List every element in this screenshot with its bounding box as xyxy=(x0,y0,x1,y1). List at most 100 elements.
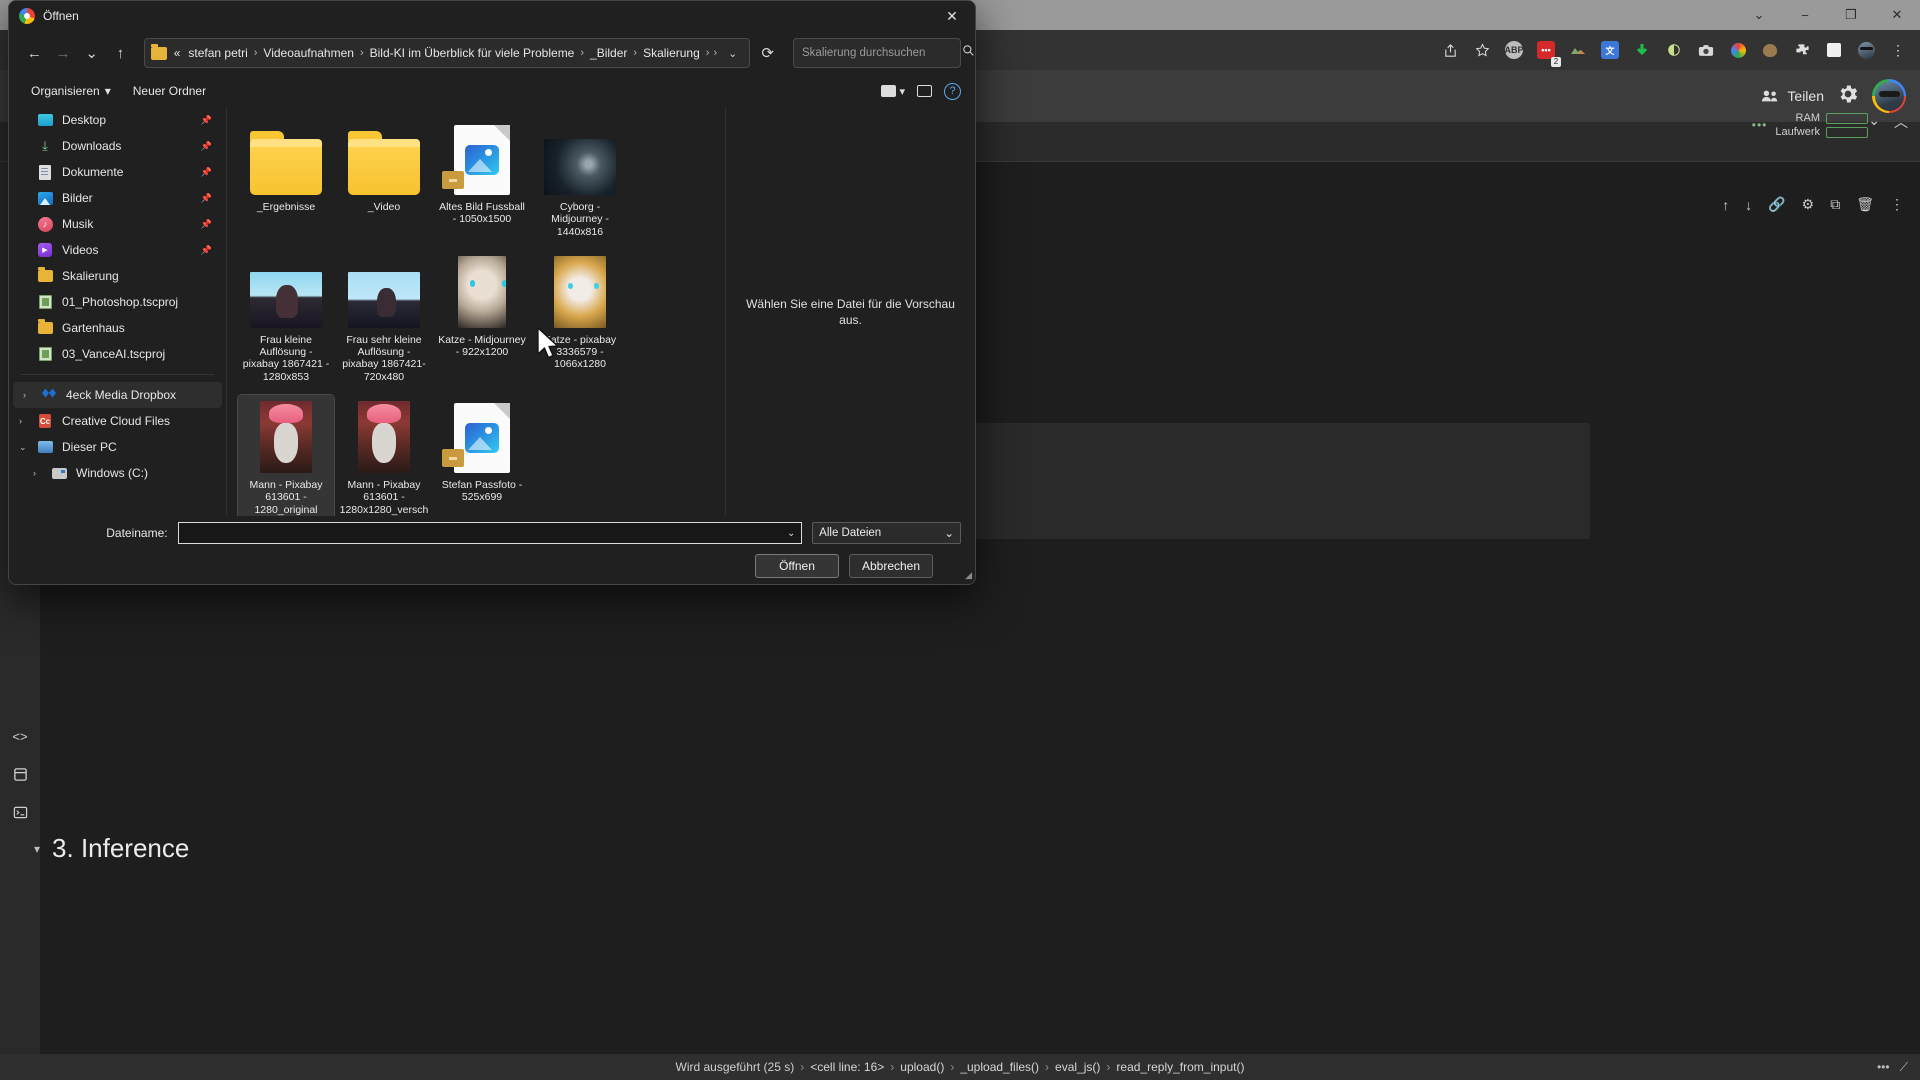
nav-pane-item-01-photoshop-tscproj[interactable]: 01_Photoshop.tscproj xyxy=(9,289,226,315)
nav-pane-item-creative-cloud-files[interactable]: › Cc Creative Cloud Files xyxy=(9,408,226,434)
move-cell-down-icon[interactable]: ↓ xyxy=(1745,197,1752,213)
address-bar[interactable]: «stefan petri › Videoaufnahmen › Bild-KI im … xyxy=(143,38,751,68)
file-tile[interactable]: Stefan Passfoto - 525x699 xyxy=(434,395,530,516)
file-tile[interactable]: Frau sehr kleine Auflösung - pixabay 186… xyxy=(336,250,432,389)
nav-pane-item-videos[interactable]: ▶ Videos 📌 xyxy=(9,237,226,263)
nav-pane-item-windows-c-[interactable]: › Windows (C:) xyxy=(9,460,226,486)
chevron-right-icon[interactable]: › xyxy=(33,468,36,478)
search-box[interactable] xyxy=(793,38,974,68)
chevron-right-icon[interactable]: › xyxy=(23,390,26,400)
file-tile[interactable]: Frau kleine Auflösung - pixabay 1867421 … xyxy=(238,250,334,389)
maximize-button[interactable]: ❐ xyxy=(1828,0,1874,30)
trace-frame[interactable]: _upload_files() xyxy=(960,1060,1039,1074)
filename-field[interactable]: ⌄ xyxy=(177,522,803,544)
chevron-right-icon[interactable]: › xyxy=(19,416,22,426)
file-tile[interactable]: Altes Bild Fussball - 1050x1500 xyxy=(434,117,530,244)
pin-icon[interactable]: 📌 xyxy=(201,167,212,178)
trace-frame[interactable]: read_reply_from_input() xyxy=(1116,1060,1244,1074)
file-tile[interactable]: _Ergebnisse xyxy=(238,117,334,244)
profile-avatar-icon[interactable] xyxy=(1852,36,1880,64)
breadcrumb-item[interactable]: Bild-KI im Überblick für viele Probleme xyxy=(367,44,578,62)
nav-pane-item-desktop[interactable]: Desktop 📌 xyxy=(9,107,226,133)
gear-icon[interactable] xyxy=(1838,84,1858,109)
open-file-dialog[interactable]: Öffnen ✕ ← → ⌄ ↑ «stefan petri › Videoaufn… xyxy=(8,0,976,585)
contrast-icon[interactable] xyxy=(1660,36,1688,64)
search-input[interactable] xyxy=(802,47,956,59)
recent-locations-button[interactable]: ⌄ xyxy=(80,38,103,68)
address-dropdown-icon[interactable]: ⌄ xyxy=(722,47,743,60)
chevron-down-icon[interactable]: ⌄ xyxy=(19,442,27,453)
file-list-pane[interactable]: _Ergebnisse _Video Altes Bild Fussball - 1… xyxy=(227,107,725,516)
nav-pane-item-musik[interactable]: ♪ Musik 📌 xyxy=(9,211,226,237)
nav-pane-item-downloads[interactable]: ⤓ Downloads 📌 xyxy=(9,133,226,159)
pin-icon[interactable]: 📌 xyxy=(201,245,212,256)
new-folder-button[interactable]: Neuer Ordner xyxy=(133,84,206,98)
dialog-close-button[interactable]: ✕ xyxy=(929,1,975,31)
trace-frame[interactable]: <cell line: 16> xyxy=(810,1060,884,1074)
bookmark-star-icon[interactable] xyxy=(1468,36,1496,64)
delete-cell-icon[interactable]: 🗑 xyxy=(1856,196,1874,213)
nav-pane-item-dieser-pc[interactable]: ⌄ Dieser PC xyxy=(9,434,226,460)
preview-pane-icon[interactable] xyxy=(917,85,932,97)
landscape-icon[interactable] xyxy=(1564,36,1592,64)
chevron-up-icon[interactable]: ︿ xyxy=(1894,112,1908,132)
file-tile[interactable]: Katze - pixabay 3336579 - 1066x1280 xyxy=(532,250,628,389)
filetype-select[interactable]: Alle Dateien ⌄ xyxy=(812,522,961,544)
share-button[interactable]: Teilen xyxy=(1761,88,1824,104)
file-tile[interactable]: Mann - Pixabay 613601 - 1280x1280_versch… xyxy=(336,395,432,516)
nav-pane-item-gartenhaus[interactable]: Gartenhaus xyxy=(9,315,226,341)
adblock-plus-icon[interactable]: ABP xyxy=(1500,36,1528,64)
pin-icon[interactable]: 📌 xyxy=(201,115,212,126)
pin-icon[interactable]: 📌 xyxy=(201,219,212,230)
cell-settings-icon[interactable]: ⚙ xyxy=(1802,196,1815,213)
help-icon[interactable]: ? xyxy=(944,82,961,100)
download-arrow-icon[interactable] xyxy=(1628,36,1656,64)
filename-input[interactable] xyxy=(178,526,782,540)
pin-icon[interactable]: 📌 xyxy=(201,193,212,204)
collapse-section-icon[interactable]: ▾ xyxy=(34,842,40,856)
chevron-down-icon[interactable]: ⌄ xyxy=(781,528,801,539)
back-button[interactable]: ← xyxy=(23,38,46,68)
file-tile[interactable]: Mann - Pixabay 613601 - 1280_original xyxy=(237,394,335,516)
view-layout-button[interactable]: ▾ xyxy=(881,85,905,98)
terminal-icon[interactable] xyxy=(6,798,34,826)
navigation-pane[interactable]: Desktop 📌 ⤓ Downloads 📌 Dokumente 📌 Bilder 📌 ♪ Mus… xyxy=(9,107,227,516)
organize-button[interactable]: Organisieren ▾ xyxy=(31,84,111,98)
copy-cell-icon[interactable]: ⧉ xyxy=(1830,196,1840,213)
breadcrumb-item[interactable]: stefan petri xyxy=(185,44,250,62)
file-tile[interactable]: _Video xyxy=(336,117,432,244)
nav-pane-item-03-vanceai-tscproj[interactable]: 03_VanceAI.tscproj xyxy=(9,341,226,367)
resize-grip-icon[interactable]: ◢ xyxy=(965,570,972,581)
trace-frame[interactable]: eval_js() xyxy=(1055,1060,1100,1074)
resize-handle-icon[interactable]: ⟋ xyxy=(1900,1060,1908,1075)
more-vertical-icon[interactable]: ⋮ xyxy=(1890,196,1904,213)
link-cell-icon[interactable]: 🔗 xyxy=(1768,196,1785,213)
files-icon[interactable] xyxy=(6,760,34,788)
reading-list-icon[interactable] xyxy=(1820,36,1848,64)
open-button[interactable]: Öffnen xyxy=(755,554,839,578)
color-wheel-icon[interactable] xyxy=(1724,36,1752,64)
nav-pane-item-4eck-media-dropbox[interactable]: › 4eck Media Dropbox xyxy=(13,382,222,408)
cancel-button[interactable]: Abbrechen xyxy=(849,554,933,578)
window-expand-button[interactable]: ⌄ xyxy=(1736,0,1782,30)
extensions-puzzle-icon[interactable] xyxy=(1788,36,1816,64)
up-one-level-button[interactable]: ↑ xyxy=(109,38,132,68)
pin-icon[interactable]: 📌 xyxy=(201,141,212,152)
breadcrumb-item[interactable]: Videoaufnahmen xyxy=(260,44,357,62)
refresh-button[interactable]: ⟳ xyxy=(756,38,779,68)
nav-pane-item-dokumente[interactable]: Dokumente 📌 xyxy=(9,159,226,185)
move-cell-up-icon[interactable]: ↑ xyxy=(1722,197,1729,213)
breadcrumb-item[interactable]: « xyxy=(171,44,184,62)
more-options-icon[interactable]: ••• xyxy=(1877,1060,1890,1075)
resource-monitor[interactable]: ••• RAM Laufwerk xyxy=(1752,112,1868,138)
breadcrumb-item[interactable]: Skalierung xyxy=(640,44,703,62)
minimize-button[interactable]: − xyxy=(1782,0,1828,30)
code-snippets-icon[interactable]: <> xyxy=(6,722,34,750)
forward-button[interactable]: → xyxy=(52,38,75,68)
nav-pane-item-skalierung[interactable]: Skalierung xyxy=(9,263,226,289)
close-window-button[interactable]: ✕ xyxy=(1874,0,1920,30)
chrome-menu-icon[interactable]: ⋮ xyxy=(1884,36,1912,64)
recorder-extension-icon[interactable]: ••• 2 xyxy=(1532,36,1561,67)
translate-extension-icon[interactable]: 文 xyxy=(1596,36,1624,64)
breadcrumb-item[interactable]: _Bilder xyxy=(587,44,630,62)
